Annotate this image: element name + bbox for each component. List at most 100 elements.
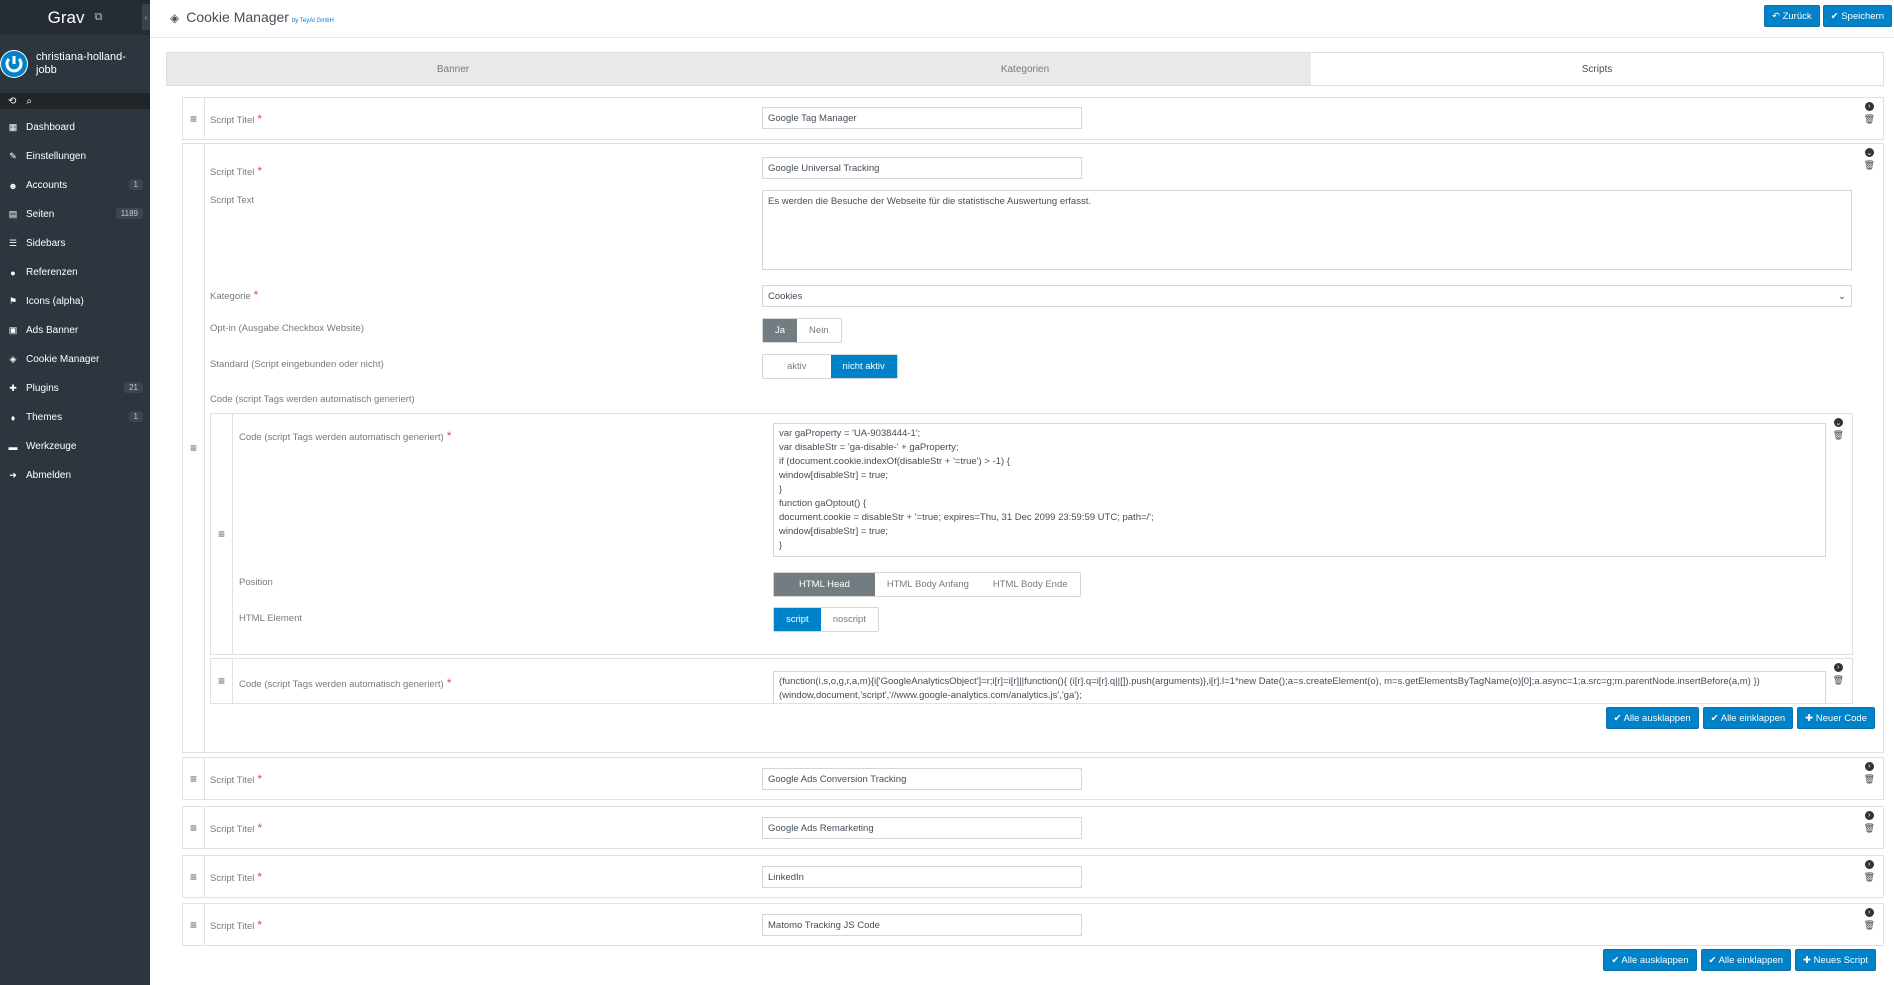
main-content: Banner Kategorien Scripts [166, 52, 1884, 86]
element-noscript[interactable]: noscript [821, 608, 878, 631]
trash-icon[interactable]: 🗑 [1833, 430, 1844, 441]
chevron-down-icon: ⌄ [1838, 290, 1846, 302]
script-title-input[interactable]: Google Tag Manager [762, 107, 1082, 129]
back-button[interactable]: ↶ Zurück [1763, 5, 1820, 27]
trash-icon[interactable]: 🗑 [1864, 872, 1875, 883]
collapse-icon[interactable]: ⌄ [1864, 148, 1874, 157]
user-panel[interactable]: christiana-holland-jobb [0, 35, 150, 93]
optin-yes[interactable]: Ja [763, 319, 798, 342]
trash-icon[interactable]: 🗑 [1864, 823, 1875, 834]
search-icon[interactable]: ⌕ [26, 96, 32, 107]
collapse-all-codes-button[interactable]: ✔ Alle einklappen [1702, 707, 1794, 729]
flag-icon: ⚑ [8, 296, 18, 306]
expand-icon[interactable]: › [1864, 860, 1874, 869]
sidebar-item-themes[interactable]: ♦ Themes 1 [0, 403, 150, 432]
sidebar-item-referenzen[interactable]: ● Referenzen [0, 258, 150, 287]
sidebar-item-label: Themes [26, 412, 63, 423]
field-label: Script Titel * [210, 870, 263, 884]
expand-icon[interactable]: › [1864, 762, 1874, 771]
sidebar-item-accounts[interactable]: ☻ Accounts 1 [0, 171, 150, 200]
script-text-area[interactable]: Es werden die Besuche der Webseite für d… [762, 190, 1852, 270]
sidebar-item-einstellungen[interactable]: ✎ Einstellungen [0, 142, 150, 171]
sidebar-item-ads-banner[interactable]: ▣ Ads Banner [0, 316, 150, 345]
drag-handle-icon[interactable]: ≡ [211, 659, 233, 703]
trash-icon[interactable]: 🗑 [1864, 774, 1875, 785]
trash-icon[interactable]: 🗑 [1864, 114, 1875, 125]
tab-scripts[interactable]: Scripts [1311, 53, 1883, 85]
sidebar-item-dashboard[interactable]: ▦ Dashboard [0, 113, 150, 142]
element-script[interactable]: script [774, 608, 821, 631]
file-icon: ▤ [8, 209, 18, 219]
category-select[interactable]: Cookies ⌄ [762, 285, 1852, 307]
optin-no[interactable]: Nein [797, 319, 841, 342]
brand[interactable]: Grav ⧉ ‹ [0, 0, 150, 35]
sidebar-item-label: Referenzen [26, 267, 78, 278]
sidebar-item-plugins[interactable]: ✚ Plugins 21 [0, 374, 150, 403]
expand-all-scripts-button[interactable]: ✔ Alle ausklappen [1603, 949, 1697, 971]
brand-name[interactable]: Grav [48, 8, 85, 28]
field-label: Script Titel * [210, 918, 263, 932]
standard-toggle: aktiv nicht aktiv [762, 354, 898, 379]
position-body-end[interactable]: HTML Body Ende [981, 573, 1080, 596]
avatar[interactable] [0, 50, 28, 78]
image-icon: ▣ [8, 325, 18, 335]
code-editor[interactable]: (function(i,s,o,g,r,a,m){i['GoogleAnalyt… [773, 671, 1826, 703]
drag-handle-icon[interactable]: ≡ [183, 904, 205, 945]
sidebar-item-werkzeuge[interactable]: ▬ Werkzeuge [0, 432, 150, 461]
user-name[interactable]: christiana-holland-jobb [36, 51, 136, 77]
expand-icon[interactable]: › [1864, 102, 1874, 111]
script-title-input[interactable]: Google Ads Conversion Tracking [762, 768, 1082, 790]
drag-handle-icon[interactable]: ≡ [183, 807, 205, 848]
section-label: Code (script Tags werden automatisch gen… [210, 394, 415, 405]
drag-handle-icon[interactable]: ≡ [211, 414, 233, 654]
drag-handle-icon[interactable]: ≡ [183, 98, 205, 139]
expand-icon[interactable]: › [1864, 908, 1874, 917]
expand-icon[interactable]: › [1833, 663, 1843, 672]
position-head[interactable]: HTML Head [774, 573, 875, 596]
script-item: ≡ Script Titel * LinkedIn › 🗑 [182, 855, 1884, 898]
code-line: (function(i,s,o,g,r,a,m){i['GoogleAnalyt… [779, 676, 1760, 687]
sidebar-item-cookie-manager[interactable]: ◈ Cookie Manager [0, 345, 150, 374]
script-title-input[interactable]: Google Ads Remarketing [762, 817, 1082, 839]
sidebar-item-icons-alpha[interactable]: ⚑ Icons (alpha) [0, 287, 150, 316]
external-link-icon[interactable]: ⧉ [94, 11, 102, 24]
code-line: document.cookie = disableStr + '=true; e… [779, 512, 1154, 523]
expand-icon[interactable]: › [1864, 811, 1874, 820]
sidebar-item-label: Abmelden [26, 470, 72, 481]
tab-kategorien[interactable]: Kategorien [739, 53, 1311, 85]
drag-handle-icon[interactable]: ≡ [183, 144, 205, 752]
code-editor[interactable]: var gaProperty = 'UA-9038444-1'; var disa… [773, 423, 1826, 557]
save-button[interactable]: ✔ Speichern [1822, 5, 1892, 27]
topbar: ◈ Cookie Manager by TeyAt GmbH ↶ Zurück … [150, 0, 1894, 38]
tab-banner[interactable]: Banner [167, 53, 739, 85]
sidebar-collapse-icon[interactable]: ‹ [142, 4, 150, 30]
field-label: Code (script Tags werden automatisch gen… [239, 429, 452, 443]
expand-all-codes-button[interactable]: ✔ Alle ausklappen [1605, 707, 1699, 729]
position-toggle: HTML Head HTML Body Anfang HTML Body End… [773, 572, 1081, 597]
drag-handle-icon[interactable]: ≡ [183, 758, 205, 799]
code-line: var disableStr = 'ga-disable-' + gaPrope… [779, 442, 959, 453]
collapse-icon[interactable]: ⌄ [1833, 418, 1843, 427]
trash-icon[interactable]: 🗑 [1833, 675, 1844, 686]
sidebar-item-label: Accounts [26, 180, 68, 191]
trash-icon[interactable]: 🗑 [1864, 920, 1875, 931]
position-body-start[interactable]: HTML Body Anfang [875, 573, 981, 596]
comment-icon: ● [10, 267, 16, 278]
script-title-input[interactable]: Matomo Tracking JS Code [762, 914, 1082, 936]
collapse-all-scripts-button[interactable]: ✔ Alle einklappen [1700, 949, 1792, 971]
standard-inactive[interactable]: nicht aktiv [830, 355, 897, 378]
script-item-expanded: ≡ ⌄ 🗑 Script Titel * Google Universal Trac… [182, 143, 1884, 753]
new-script-button[interactable]: ✚ Neues Script [1795, 949, 1876, 971]
sidebar-item-sidebars[interactable]: ☰ Sidebars [0, 229, 150, 258]
script-title-input[interactable]: LinkedIn [762, 866, 1082, 888]
drag-handle-icon[interactable]: ≡ [183, 856, 205, 897]
sidebar-item-seiten[interactable]: ▤ Seiten 1189 [0, 200, 150, 229]
script-title-input[interactable]: Google Universal Tracking [762, 157, 1082, 179]
field-label: Opt-in (Ausgabe Checkbox Website) [210, 323, 365, 334]
trash-icon[interactable]: 🗑 [1864, 160, 1875, 171]
wrench-icon: ✎ [9, 151, 17, 161]
refresh-icon[interactable]: ⟲ [8, 96, 16, 107]
new-code-button[interactable]: ✚ Neuer Code [1797, 707, 1875, 729]
standard-active[interactable]: aktiv [763, 355, 831, 378]
sidebar-item-abmelden[interactable]: ➜ Abmelden [0, 461, 150, 490]
